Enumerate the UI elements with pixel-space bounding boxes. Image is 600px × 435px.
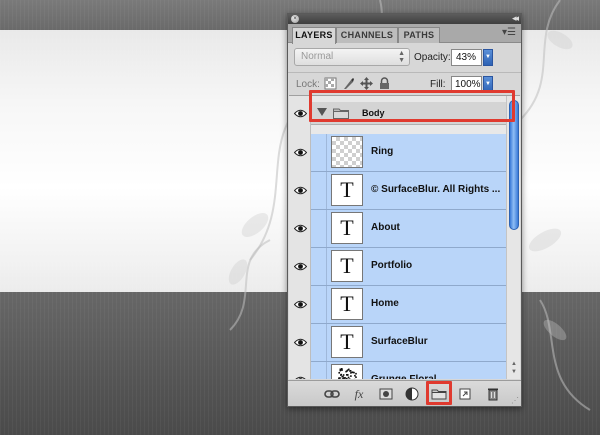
tab-layers[interactable]: LAYERS — [292, 27, 336, 44]
group-indent — [311, 134, 327, 171]
collapse-panel-icon[interactable]: ◂◂ — [512, 13, 519, 24]
layer-row[interactable]: T Home — [311, 286, 506, 324]
layer-name: Ring — [371, 146, 394, 157]
visibility-eye-icon[interactable] — [294, 338, 307, 347]
visibility-column — [289, 96, 311, 379]
layer-name: Portfolio — [371, 260, 413, 271]
layer-name: Grunge Floral — [371, 374, 437, 379]
group-indent — [311, 286, 327, 323]
tab-paths[interactable]: PATHS — [398, 27, 440, 43]
layer-name: SurfaceBlur — [371, 336, 428, 347]
opacity-input[interactable]: 43% — [451, 49, 482, 66]
group-highlight-annotation — [309, 90, 515, 122]
add-mask-icon[interactable] — [378, 386, 394, 402]
layer-row[interactable]: Grunge Floral — [311, 362, 506, 379]
layer-thumbnail[interactable] — [331, 136, 363, 168]
tab-channels[interactable]: CHANNELS — [336, 27, 398, 43]
visibility-eye-icon[interactable] — [294, 300, 307, 309]
resize-grip-icon[interactable]: ⋰ — [511, 396, 519, 405]
lock-pixels-brush-icon[interactable] — [342, 77, 355, 90]
link-layers-icon[interactable] — [324, 386, 340, 402]
layer-row[interactable]: T About — [311, 210, 506, 248]
layer-name: Home — [371, 298, 399, 309]
layer-thumbnail[interactable]: T — [331, 288, 363, 320]
visibility-eye-icon[interactable] — [294, 262, 307, 271]
lock-transparency-icon[interactable] — [324, 77, 337, 90]
visibility-eye-icon[interactable] — [294, 186, 307, 195]
layer-row[interactable]: T © SurfaceBlur. All Rights ... — [311, 172, 506, 210]
group-indent — [311, 324, 327, 361]
lock-all-icon[interactable] — [378, 77, 391, 90]
layers-scrollbar[interactable]: ▲ ▼ — [506, 96, 520, 379]
select-arrows-icon: ▲ ▼ — [398, 50, 405, 64]
panel-menu-icon[interactable]: ▾☰ — [502, 27, 516, 38]
blend-mode-select[interactable]: Normal ▲ ▼ — [294, 48, 410, 66]
visibility-eye-icon[interactable] — [294, 376, 307, 379]
group-indent — [311, 248, 327, 285]
group-indent — [311, 210, 327, 247]
layer-row[interactable]: Ring — [311, 134, 506, 172]
layer-row[interactable]: T SurfaceBlur — [311, 324, 506, 362]
fx-icon[interactable]: fx — [351, 386, 367, 402]
visibility-eye-icon[interactable] — [294, 148, 307, 157]
panel-titlebar[interactable]: × ◂◂ — [288, 13, 521, 24]
panel-tabs: LAYERS CHANNELS PATHS ▾☰ — [288, 24, 521, 44]
text-layer-icon: T — [340, 215, 354, 240]
visibility-eye-icon[interactable] — [294, 224, 307, 233]
trash-icon[interactable] — [485, 386, 501, 402]
text-layer-icon: T — [340, 291, 354, 316]
layer-thumbnail[interactable]: T — [331, 326, 363, 358]
group-indent — [311, 362, 327, 379]
lock-label: Lock: — [296, 79, 320, 90]
layer-thumbnail[interactable]: T — [331, 212, 363, 244]
fill-label: Fill: — [430, 79, 446, 90]
layer-thumbnail[interactable]: T — [331, 174, 363, 206]
opacity-label: Opacity: — [414, 52, 451, 63]
text-layer-icon: T — [340, 177, 354, 202]
opacity-dropdown-button[interactable]: ▼ — [483, 49, 493, 66]
grunge-image-icon — [338, 368, 357, 379]
lock-position-move-icon[interactable] — [360, 77, 373, 90]
blend-mode-value: Normal — [301, 51, 334, 62]
layer-thumbnail[interactable]: T — [331, 250, 363, 282]
layers-toolbar: fx ⋰ — [288, 380, 521, 406]
close-panel-icon[interactable]: × — [291, 15, 299, 23]
layers-list: Body Ring T © SurfaceBlur. All Rights ... T… — [289, 95, 520, 379]
text-layer-icon: T — [340, 329, 354, 354]
text-layer-icon: T — [340, 253, 354, 278]
visibility-eye-icon[interactable] — [294, 109, 307, 118]
group-indent — [311, 172, 327, 209]
layer-name: About — [371, 222, 400, 233]
adjustment-layer-icon[interactable] — [404, 386, 420, 402]
layers-panel: × ◂◂ LAYERS CHANNELS PATHS ▾☰ Normal ▲ ▼ … — [287, 13, 522, 407]
new-group-highlight-annotation — [426, 381, 452, 405]
new-layer-icon[interactable] — [457, 386, 473, 402]
scroll-arrows-icon[interactable]: ▲ ▼ — [509, 360, 519, 376]
layer-name: © SurfaceBlur. All Rights ... — [371, 184, 501, 195]
layer-row[interactable]: T Portfolio — [311, 248, 506, 286]
layer-thumbnail[interactable] — [331, 364, 363, 379]
blend-opacity-row: Normal ▲ ▼ Opacity: 43% ▼ — [288, 46, 521, 70]
